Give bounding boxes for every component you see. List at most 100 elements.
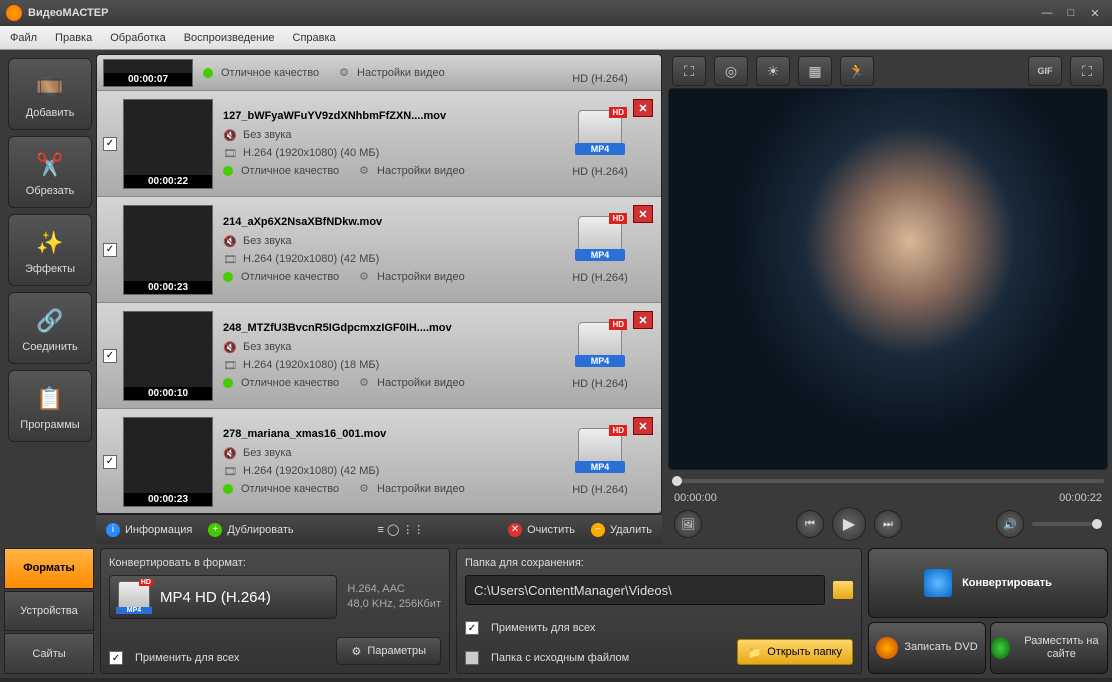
video-thumbnail: 00:00:07 — [103, 59, 193, 87]
gear-icon: ⚙ — [339, 66, 349, 79]
app-title: ВидеоМАСТЕР — [28, 7, 1034, 19]
output-format-icon[interactable]: HDMP4 — [578, 428, 622, 472]
crop-tool-button[interactable]: ⛶ — [672, 56, 706, 86]
format-label: H.264 (1920x1080) (42 МБ) — [243, 253, 379, 265]
fullscreen-button[interactable]: ⛶ — [1070, 56, 1104, 86]
audio-icon: 🔇 — [223, 234, 237, 248]
prev-button[interactable]: ⏮ — [796, 510, 824, 538]
remove-item-button[interactable]: ✕ — [633, 417, 653, 435]
list-toolbar: iИнформация +Дублировать ≡ ◯ ⋮⋮ ✕Очистит… — [96, 514, 662, 544]
output-format-icon[interactable]: HDMP4 — [578, 216, 622, 260]
clear-button[interactable]: ✕Очистить — [508, 523, 575, 537]
upload-button[interactable]: Разместить на сайте — [990, 622, 1108, 674]
preview-image — [669, 89, 1107, 469]
minimize-button[interactable]: — — [1036, 4, 1058, 22]
video-preview[interactable] — [668, 88, 1108, 470]
convert-button[interactable]: Конвертировать — [868, 548, 1108, 618]
video-item[interactable]: ✓ 00:00:23 214_aXp6X2NsaXBfNDkw.mov 🔇Без… — [97, 197, 661, 303]
video-item[interactable]: ✓ 00:00:10 248_MTZfU3BvcnR5IGdpcmxzIGF0I… — [97, 303, 661, 409]
close-button[interactable]: ✕ — [1084, 4, 1106, 22]
video-item[interactable]: 00:00:07 Отличное качество ⚙Настройки ви… — [97, 55, 661, 91]
time-total: 00:00:22 — [1059, 492, 1102, 504]
format-apply-all[interactable]: ✓Применить для всех — [109, 651, 239, 665]
menu-process[interactable]: Обработка — [110, 32, 165, 44]
timeline-knob[interactable] — [672, 476, 682, 486]
folder-icon: 📁 — [748, 646, 762, 659]
speed-tool-button[interactable]: 🏃 — [840, 56, 874, 86]
video-list[interactable]: 00:00:07 Отличное качество ⚙ Настройки ви… — [96, 54, 662, 514]
folder-panel: Папка для сохранения: ✓Применить для все… — [456, 548, 862, 674]
item-checkbox[interactable]: ✓ — [103, 243, 117, 257]
tab-formats[interactable]: Форматы — [4, 548, 94, 589]
view-toggle[interactable]: ≡ ◯ ⋮⋮ — [377, 523, 424, 536]
folder-label: Папка для сохранения: — [465, 557, 853, 569]
settings-label[interactable]: Настройки видео — [377, 377, 465, 389]
duration-label: 00:00:07 — [104, 73, 192, 86]
settings-label[interactable]: Настройки видео — [377, 271, 465, 283]
video-thumbnail: 00:00:10 — [123, 311, 213, 401]
format-selector[interactable]: HDMP4 MP4 HD (H.264) — [109, 575, 337, 619]
quality-label: Отличное качество — [241, 377, 339, 389]
format-label: Конвертировать в формат: — [109, 557, 441, 569]
next-button[interactable]: ⏭ — [874, 510, 902, 538]
menu-edit[interactable]: Правка — [55, 32, 92, 44]
menu-help[interactable]: Справка — [293, 32, 336, 44]
item-checkbox[interactable]: ✓ — [103, 137, 117, 151]
add-button[interactable]: 🎞️Добавить — [8, 58, 92, 130]
dvd-button[interactable]: Записать DVD — [868, 622, 986, 674]
play-button[interactable]: ▶ — [832, 507, 866, 541]
effects-icon: ✨ — [32, 225, 68, 261]
output-format-label: HD (H.264) — [572, 73, 628, 85]
audio-icon: 🔇 — [223, 340, 237, 354]
gear-icon: ⚙ — [351, 645, 361, 658]
brightness-tool-button[interactable]: ☀ — [756, 56, 790, 86]
tab-sites[interactable]: Сайты — [4, 633, 94, 674]
settings-label[interactable]: Настройки видео — [377, 165, 465, 177]
item-checkbox[interactable]: ✓ — [103, 349, 117, 363]
enhance-tool-button[interactable]: ◎ — [714, 56, 748, 86]
output-format-icon[interactable]: HDMP4 — [578, 110, 622, 154]
titlebar: ВидеоМАСТЕР — □ ✕ — [0, 0, 1112, 26]
video-thumbnail: 00:00:23 — [123, 417, 213, 507]
remove-item-button[interactable]: ✕ — [633, 99, 653, 117]
browse-folder-button[interactable] — [833, 581, 853, 599]
maximize-button[interactable]: □ — [1060, 4, 1082, 22]
output-format-label: HD (H.264) — [572, 378, 628, 390]
folder-apply-all[interactable]: ✓Применить для всех — [465, 621, 853, 635]
volume-button[interactable]: 🔊 — [996, 510, 1024, 538]
checkbox-icon — [465, 651, 479, 665]
parameters-button[interactable]: ⚙Параметры — [336, 637, 441, 665]
trim-icon: ✂️ — [32, 147, 68, 183]
menu-playback[interactable]: Воспроизведение — [184, 32, 275, 44]
trim-button[interactable]: ✂️Обрезать — [8, 136, 92, 208]
folder-path-input[interactable] — [465, 575, 825, 605]
menu-file[interactable]: Файл — [10, 32, 37, 44]
settings-label[interactable]: Настройки видео — [377, 483, 465, 495]
folder-source[interactable]: Папка с исходным файлом — [465, 651, 629, 665]
gif-button[interactable]: GIF — [1028, 56, 1062, 86]
remove-item-button[interactable]: ✕ — [633, 205, 653, 223]
info-button[interactable]: iИнформация — [106, 523, 192, 537]
delete-button[interactable]: −Удалить — [591, 523, 652, 537]
video-item[interactable]: ✓ 00:00:22 127_bWFyaWFuYV9zdXNhbmFfZXN..… — [97, 91, 661, 197]
programs-button[interactable]: 📋Программы — [8, 370, 92, 442]
volume-knob[interactable] — [1092, 519, 1102, 529]
tab-devices[interactable]: Устройства — [4, 591, 94, 632]
snapshot-button[interactable]: 🖼 — [674, 510, 702, 538]
settings-label[interactable]: Настройки видео — [357, 67, 445, 79]
remove-item-button[interactable]: ✕ — [633, 311, 653, 329]
item-checkbox[interactable]: ✓ — [103, 455, 117, 469]
video-item[interactable]: ✓ 00:00:23 278_mariana_xmas16_001.mov 🔇Б… — [97, 409, 661, 514]
duplicate-button[interactable]: +Дублировать — [208, 523, 293, 537]
output-format-icon[interactable]: HDMP4 — [578, 322, 622, 366]
view-icons: ≡ ◯ ⋮⋮ — [377, 523, 424, 536]
audio-label: Без звука — [243, 235, 292, 247]
checkbox-icon: ✓ — [465, 621, 479, 635]
open-folder-button[interactable]: 📁Открыть папку — [737, 639, 853, 665]
effects-button[interactable]: ✨Эффекты — [8, 214, 92, 286]
frame-tool-button[interactable]: ▦ — [798, 56, 832, 86]
format-icon: HDMP4 — [118, 581, 150, 613]
volume-slider[interactable] — [1032, 522, 1102, 526]
join-button[interactable]: 🔗Соединить — [8, 292, 92, 364]
timeline[interactable] — [668, 470, 1108, 492]
